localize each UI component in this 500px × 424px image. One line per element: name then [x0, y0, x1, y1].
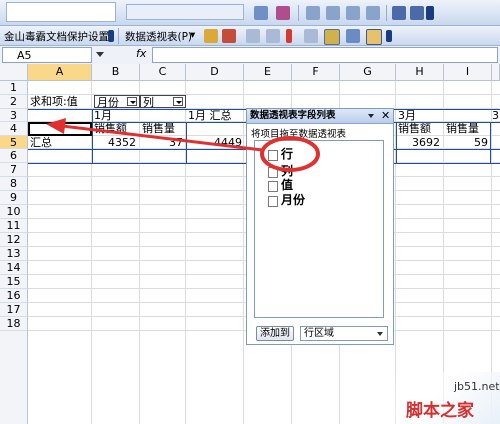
- watermark-brand: 脚本之家: [406, 401, 474, 421]
- highlight-circle: [260, 136, 320, 172]
- annotation-overlay: [46, 118, 320, 172]
- arrowhead-icon: [46, 118, 66, 134]
- watermark-site: jb51.net: [454, 380, 500, 393]
- annotation-arrow-line: [61, 124, 263, 152]
